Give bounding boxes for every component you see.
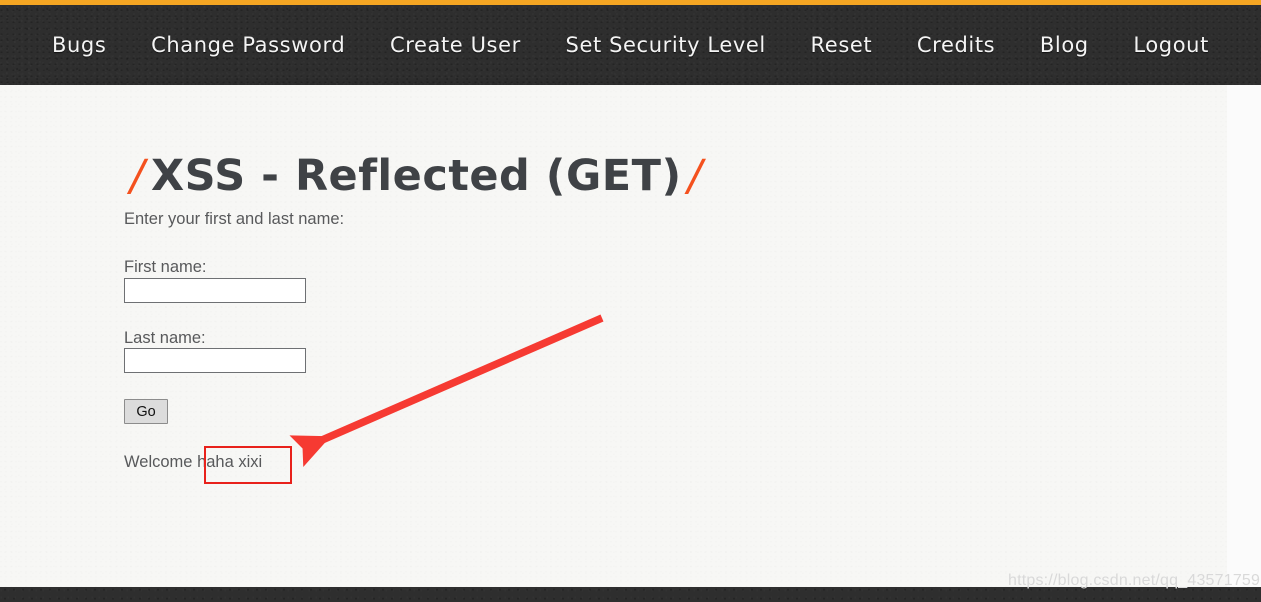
page-right-gutter xyxy=(1227,85,1261,587)
first-name-label: First name: xyxy=(124,257,207,276)
nav-item-blog[interactable]: Blog xyxy=(1040,33,1089,57)
nav-item-credits[interactable]: Credits xyxy=(917,33,995,57)
last-name-label: Last name: xyxy=(124,328,206,347)
nav-item-create-user[interactable]: Create User xyxy=(390,33,521,57)
reflected-output: Welcome haha xixi xyxy=(124,453,262,473)
reflected-name-value: haha xixi xyxy=(197,453,263,471)
nav-item-reset[interactable]: Reset xyxy=(811,33,873,57)
main-navigation-bar: Bugs Change Password Create User Set Sec… xyxy=(0,5,1261,85)
nav-item-logout[interactable]: Logout xyxy=(1133,33,1209,57)
nav-item-set-security-level[interactable]: Set Security Level xyxy=(566,33,766,57)
nav-item-change-password[interactable]: Change Password xyxy=(151,33,345,57)
title-slash-left: / xyxy=(130,150,145,201)
page-title: / XSS - Reflected (GET) / xyxy=(124,151,709,201)
last-name-input[interactable] xyxy=(124,348,306,374)
xss-reflected-form: Enter your first and last name: First na… xyxy=(124,210,604,471)
go-submit-button[interactable]: Go xyxy=(124,399,168,425)
page-title-text: XSS - Reflected (GET) xyxy=(151,150,682,201)
nav-list: Bugs Change Password Create User Set Sec… xyxy=(0,5,1261,85)
form-instruction: Enter your first and last name: xyxy=(124,210,345,228)
csdn-watermark: https://blog.csdn.net/qq_43571759 xyxy=(1008,572,1261,589)
first-name-input[interactable] xyxy=(124,277,306,303)
nav-item-bugs[interactable]: Bugs xyxy=(52,33,106,57)
title-slash-right: / xyxy=(687,150,703,201)
welcome-prefix: Welcome xyxy=(124,453,198,471)
